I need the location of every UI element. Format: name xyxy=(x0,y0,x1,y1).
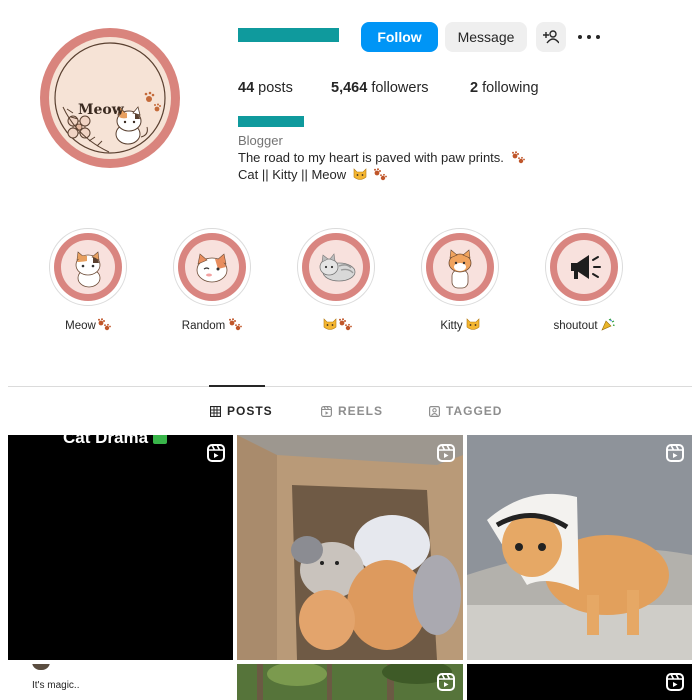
highlight-ring xyxy=(173,228,251,306)
suggested-accounts-button[interactable] xyxy=(536,22,566,52)
cat-face-icon xyxy=(353,168,367,180)
profile-avatar[interactable]: Meow xyxy=(40,28,180,168)
post-tile[interactable] xyxy=(467,435,692,660)
highlight-ring xyxy=(421,228,499,306)
following-count-label: following xyxy=(482,80,539,96)
post-tile[interactable] xyxy=(237,664,463,700)
cat-face-icon xyxy=(466,318,479,330)
posts-count-number: 44 xyxy=(238,80,255,96)
posts-count-label: posts xyxy=(258,80,293,96)
paw-prints-icon xyxy=(511,151,525,164)
paw-prints-icon xyxy=(374,168,388,181)
post-tile[interactable] xyxy=(467,664,692,700)
highlight-label: Meow xyxy=(29,318,147,332)
winking-cat-icon xyxy=(196,253,228,283)
active-tab-indicator xyxy=(209,385,265,387)
bio-line-2: Cat || Kitty || Meow xyxy=(238,167,388,182)
username-redacted xyxy=(238,28,339,42)
paw-prints-icon xyxy=(97,318,111,331)
profile-category: Blogger xyxy=(238,133,283,148)
more-dot xyxy=(596,35,600,39)
fullname-redacted xyxy=(238,116,304,127)
highlight-cover xyxy=(54,233,122,301)
grid-icon xyxy=(210,405,221,417)
highlight-cover xyxy=(426,233,494,301)
highlight-cover xyxy=(178,233,246,301)
followers-count-label: followers xyxy=(371,80,429,96)
reel-indicator-icon xyxy=(666,673,684,691)
highlight-ring xyxy=(545,228,623,306)
highlight-label-text: shoutout xyxy=(553,320,598,332)
post-author-avatar xyxy=(32,664,50,670)
tab-tagged[interactable]: TAGGED xyxy=(429,404,502,418)
highlight-label-text: Kitty xyxy=(440,320,463,332)
bio-text-2: Cat || Kitty || Meow xyxy=(238,167,347,182)
tab-reels[interactable]: REELS xyxy=(321,404,383,418)
highlight-ring xyxy=(49,228,127,306)
highlight-label-text: Meow xyxy=(65,320,96,332)
tab-posts[interactable]: POSTS xyxy=(210,404,273,418)
grey-cat-icon xyxy=(319,253,356,282)
highlight-ring xyxy=(297,228,375,306)
cat-face-icon xyxy=(323,318,337,330)
bio-text-1: The road to my heart is paved with paw p… xyxy=(238,150,504,165)
tabs-divider xyxy=(8,386,692,387)
highlight-label-text: Random xyxy=(181,320,226,332)
paw-prints-icon xyxy=(229,318,243,331)
paw-prints-icon xyxy=(339,318,352,331)
message-button[interactable]: Message xyxy=(445,22,527,52)
reel-indicator-icon xyxy=(437,673,455,691)
bio-line-1: The road to my heart is paved with paw p… xyxy=(238,150,525,165)
post-caption-overlay: Cat Drama xyxy=(63,435,167,448)
post-tile[interactable]: It's magic.. xyxy=(8,664,233,700)
following-link[interactable]: 2 following xyxy=(470,80,539,96)
post-tile[interactable]: Cat Drama xyxy=(8,435,233,660)
more-dot xyxy=(587,35,591,39)
avatar-image: Meow xyxy=(49,37,171,159)
posts-count: 44 posts xyxy=(238,80,293,96)
tab-posts-label: POSTS xyxy=(227,404,273,418)
tab-reels-label: REELS xyxy=(338,404,384,418)
post-caption-text: Cat Drama xyxy=(63,435,149,447)
calico-cat-icon xyxy=(75,251,101,288)
reel-indicator-icon xyxy=(666,444,684,462)
tagged-icon xyxy=(429,405,440,417)
check-mark-icon xyxy=(152,435,167,444)
tab-tagged-label: TAGGED xyxy=(446,404,503,418)
followers-link[interactable]: 5,464 followers xyxy=(331,80,429,96)
person-add-icon xyxy=(543,30,559,44)
forest-image xyxy=(237,664,463,700)
more-options-button[interactable] xyxy=(578,32,600,42)
post-tile[interactable] xyxy=(237,435,463,660)
megaphone-icon xyxy=(571,255,601,279)
more-dot xyxy=(578,35,582,39)
party-popper-icon xyxy=(600,318,615,331)
highlight-cover xyxy=(550,233,618,301)
kittens-in-box-image xyxy=(237,435,463,660)
post-caption: It's magic.. xyxy=(32,680,80,691)
orange-cat-icon xyxy=(448,249,472,289)
reel-indicator-icon xyxy=(207,444,225,462)
highlight-label: shoutout xyxy=(525,318,643,332)
highlight-cover xyxy=(302,233,370,301)
avatar-text: Meow xyxy=(78,102,124,118)
following-count-number: 2 xyxy=(470,80,479,96)
followers-count-number: 5,464 xyxy=(331,80,368,96)
highlight-label xyxy=(277,318,395,332)
reel-indicator-icon xyxy=(437,444,455,462)
kitten-in-headdress-image xyxy=(467,435,692,660)
reels-icon xyxy=(321,405,332,417)
follow-button[interactable]: Follow xyxy=(361,22,438,52)
highlight-label: Kitty xyxy=(401,318,519,332)
highlight-label: Random xyxy=(153,318,271,332)
